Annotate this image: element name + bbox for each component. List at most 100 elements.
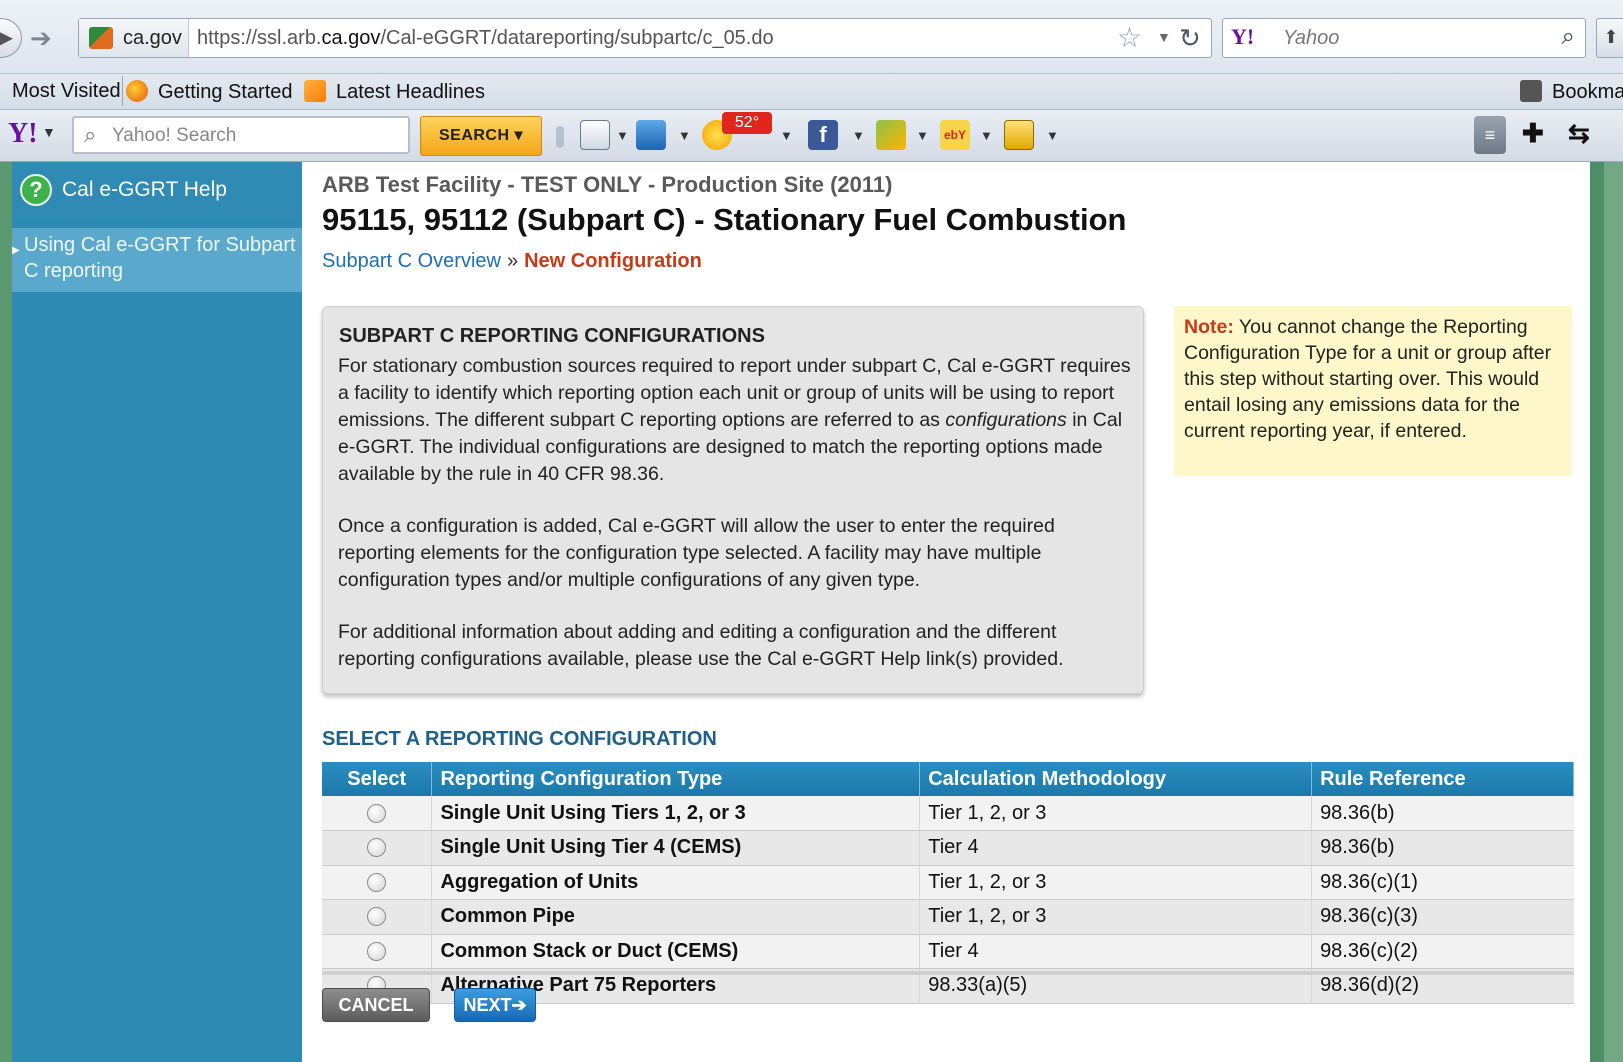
history-dropdown-icon[interactable]: ▼ xyxy=(1157,29,1171,45)
column-header-select: Select xyxy=(322,762,433,796)
chevron-down-icon[interactable]: ▼ xyxy=(852,128,865,143)
ebay-icon[interactable]: ebY xyxy=(940,120,970,150)
facility-name: ARB Test Facility - TEST ONLY - Producti… xyxy=(322,172,893,197)
bookmarks-page-icon[interactable] xyxy=(580,120,610,150)
bookmark-star-icon[interactable]: ☆ xyxy=(1117,21,1142,54)
select-cell xyxy=(322,796,433,831)
note-label: Note: xyxy=(1184,316,1234,338)
rule-reference: 98.36(b) xyxy=(1311,796,1574,831)
note-box: Note: You cannot change the Reporting Co… xyxy=(1174,306,1572,476)
toolbar-overflow-button[interactable]: ⬆ xyxy=(1596,18,1623,58)
chevron-down-icon[interactable]: ▼ xyxy=(980,128,993,143)
yahoo-search-input[interactable]: ⌕ Yahoo! Search xyxy=(72,116,410,154)
firefox-icon xyxy=(126,80,148,102)
swap-icon[interactable]: ⇆ xyxy=(1568,118,1590,149)
cancel-button[interactable]: CANCEL xyxy=(322,988,430,1022)
url-domain: ca.gov xyxy=(321,27,381,49)
next-button[interactable]: NEXT➔ xyxy=(454,988,536,1022)
bookmarks-toolbar: Most Visited Getting Started Latest Head… xyxy=(0,74,1623,110)
add-icon[interactable]: ✚ xyxy=(1522,118,1544,149)
bookmarks-icon xyxy=(1520,80,1542,102)
chevron-down-icon[interactable]: ▼ xyxy=(1046,128,1059,143)
config-radio[interactable] xyxy=(367,838,387,858)
config-type: Common Stack or Duct (CEMS) xyxy=(431,934,921,969)
select-cell xyxy=(322,934,433,969)
browser-search-placeholder: Yahoo xyxy=(1283,27,1340,49)
main-content: ARB Test Facility - TEST ONLY - Producti… xyxy=(302,162,1590,1062)
select-cell xyxy=(322,899,433,935)
config-radio[interactable] xyxy=(367,907,387,927)
chevron-down-icon[interactable]: ▼ xyxy=(780,128,793,143)
list-menu-icon[interactable]: ≡ xyxy=(1474,116,1506,154)
table-row[interactable]: Aggregation of Units Tier 1, 2, or 3 98.… xyxy=(322,865,1574,900)
breadcrumb: Subpart C Overview» New Configuration xyxy=(322,250,702,273)
facebook-icon[interactable]: f xyxy=(808,120,838,150)
info-box-title: SUBPART C REPORTING CONFIGURATIONS xyxy=(339,325,765,347)
url-prefix: https://ssl.arb. xyxy=(197,27,322,49)
rule-reference: 98.36(b) xyxy=(1311,830,1574,866)
bookmark-most-visited[interactable]: Most Visited xyxy=(12,80,121,103)
chevron-down-icon[interactable]: ▼ xyxy=(42,124,56,140)
toolbar-grip-icon xyxy=(556,126,564,148)
table-row[interactable]: Single Unit Using Tier 4 (CEMS) Tier 4 9… xyxy=(322,830,1574,866)
bookmark-latest-headlines[interactable]: Latest Headlines xyxy=(304,80,485,104)
search-icon[interactable]: ⌕ xyxy=(1562,23,1575,51)
back-button[interactable]: ▶ xyxy=(0,18,22,58)
yahoo-logo-icon[interactable]: Y! xyxy=(8,118,38,150)
config-radio[interactable] xyxy=(367,803,387,823)
help-link-subpart-c[interactable]: ▶ Using Cal e-GGRT for Subpart C reporti… xyxy=(12,228,302,292)
table-row[interactable]: Common Stack or Duct (CEMS) Tier 4 98.36… xyxy=(322,934,1574,969)
url-text[interactable]: https://ssl.arb.ca.gov/Cal-eGGRT/datarep… xyxy=(197,27,774,50)
breadcrumb-current: New Configuration xyxy=(524,250,702,272)
help-question-icon: ? xyxy=(20,174,52,206)
config-radio[interactable] xyxy=(367,941,387,961)
select-cell xyxy=(322,865,433,900)
nav-buttons: ▶ ➔ xyxy=(0,18,72,58)
rule-reference: 98.36(c)(2) xyxy=(1311,934,1574,969)
table-footer-bar xyxy=(322,971,1574,975)
table-row[interactable]: Single Unit Using Tiers 1, 2, or 3 Tier … xyxy=(322,796,1574,831)
info-paragraph-3: For additional information about adding … xyxy=(338,621,1064,670)
bookmark-label: Getting Started xyxy=(158,81,293,103)
yahoo-engine-icon[interactable]: Y! xyxy=(1231,24,1254,50)
forward-arrow-icon[interactable]: ➔ xyxy=(30,20,52,56)
games-icon[interactable] xyxy=(876,120,906,150)
column-header-rule: Rule Reference xyxy=(1311,762,1574,796)
search-button-label: SEARCH xyxy=(438,127,510,144)
chevron-down-icon[interactable]: ▼ xyxy=(916,128,929,143)
site-identity-button[interactable]: ca.gov xyxy=(79,19,189,57)
site-identity-label: ca.gov xyxy=(123,27,182,49)
clipboard-icon[interactable] xyxy=(1004,120,1034,150)
address-bar[interactable]: ca.gov https://ssl.arb.ca.gov/Cal-eGGRT/… xyxy=(78,18,1212,58)
bookmarks-menu[interactable]: Bookma xyxy=(1520,80,1623,104)
reload-icon[interactable]: ↻ xyxy=(1179,23,1201,54)
table-header-row: Select Reporting Configuration Type Calc… xyxy=(322,762,1574,796)
bullet-arrow-icon: ▶ xyxy=(12,245,20,256)
yahoo-search-button[interactable]: SEARCH ▾ xyxy=(420,116,542,156)
rule-reference: 98.36(c)(1) xyxy=(1311,865,1574,900)
page-title: 95115, 95112 (Subpart C) - Stationary Fu… xyxy=(322,202,1127,237)
bookmark-separator xyxy=(122,76,123,106)
calculation-methodology: Tier 1, 2, or 3 xyxy=(919,899,1313,935)
breadcrumb-separator: » xyxy=(506,250,519,272)
chevron-down-icon[interactable]: ▼ xyxy=(678,128,691,143)
calculation-methodology: Tier 1, 2, or 3 xyxy=(919,796,1313,831)
table-row[interactable]: Common Pipe Tier 1, 2, or 3 98.36(c)(3) xyxy=(322,899,1574,935)
help-link-label: Using Cal e-GGRT for Subpart C reporting xyxy=(24,234,296,282)
help-title: Cal e-GGRT Help xyxy=(62,178,227,201)
chevron-down-icon[interactable]: ▼ xyxy=(616,128,629,143)
info-emphasis: configurations xyxy=(945,409,1067,431)
bookmark-getting-started[interactable]: Getting Started xyxy=(126,80,293,104)
configuration-table: Select Reporting Configuration Type Calc… xyxy=(322,762,1574,1004)
column-header-methodology: Calculation Methodology xyxy=(919,762,1313,796)
window-edge xyxy=(1590,162,1604,1062)
breadcrumb-subpart-c-overview[interactable]: Subpart C Overview xyxy=(322,250,501,272)
config-type: Aggregation of Units xyxy=(431,865,921,900)
browser-search-box[interactable]: Y! Yahoo ⌕ xyxy=(1222,18,1586,58)
info-paragraph-2: Once a configuration is added, Cal e-GGR… xyxy=(338,515,1055,591)
config-type: Common Pipe xyxy=(431,899,921,935)
config-radio[interactable] xyxy=(367,872,387,892)
desktop-background xyxy=(1604,162,1623,1062)
mail-icon[interactable] xyxy=(636,120,666,150)
calculation-methodology: Tier 1, 2, or 3 xyxy=(919,865,1313,900)
